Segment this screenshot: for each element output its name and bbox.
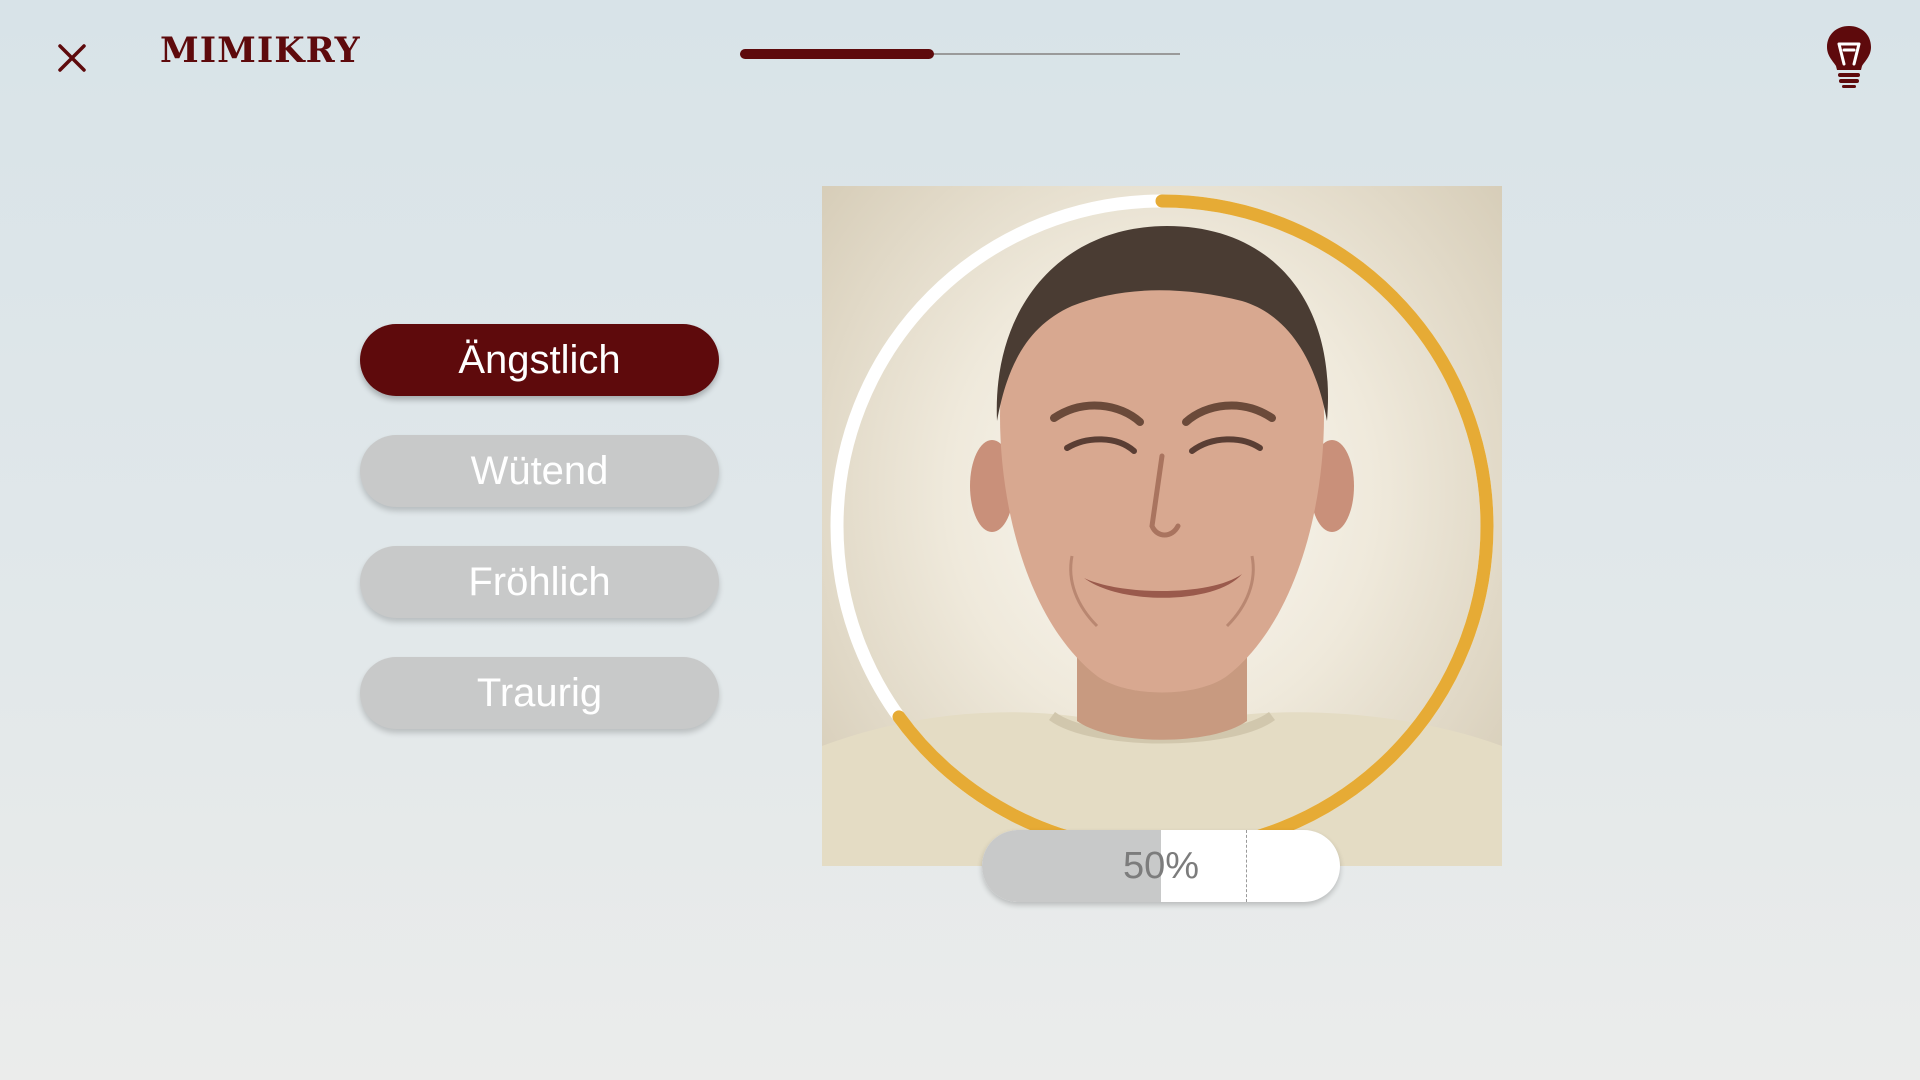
answer-button-froehlich[interactable]: Fröhlich [360,546,719,618]
close-button[interactable] [50,36,94,80]
answer-button-traurig[interactable]: Traurig [360,657,719,729]
lightbulb-icon [1827,26,1871,88]
app-title: MIMIKRY [160,30,361,71]
score-meter: 50% [982,830,1340,902]
answer-list: Ängstlich Wütend Fröhlich Traurig [360,324,719,768]
quiz-progress-fill [740,49,934,59]
close-icon [58,44,86,72]
score-percentage: 50% [1122,844,1200,887]
answer-button-aengstlich[interactable]: Ängstlich [360,324,719,396]
hint-button[interactable] [1824,24,1874,88]
quiz-progress-bar [740,49,1180,59]
answer-button-wuetend[interactable]: Wütend [360,435,719,507]
timer-ring [830,194,1494,858]
